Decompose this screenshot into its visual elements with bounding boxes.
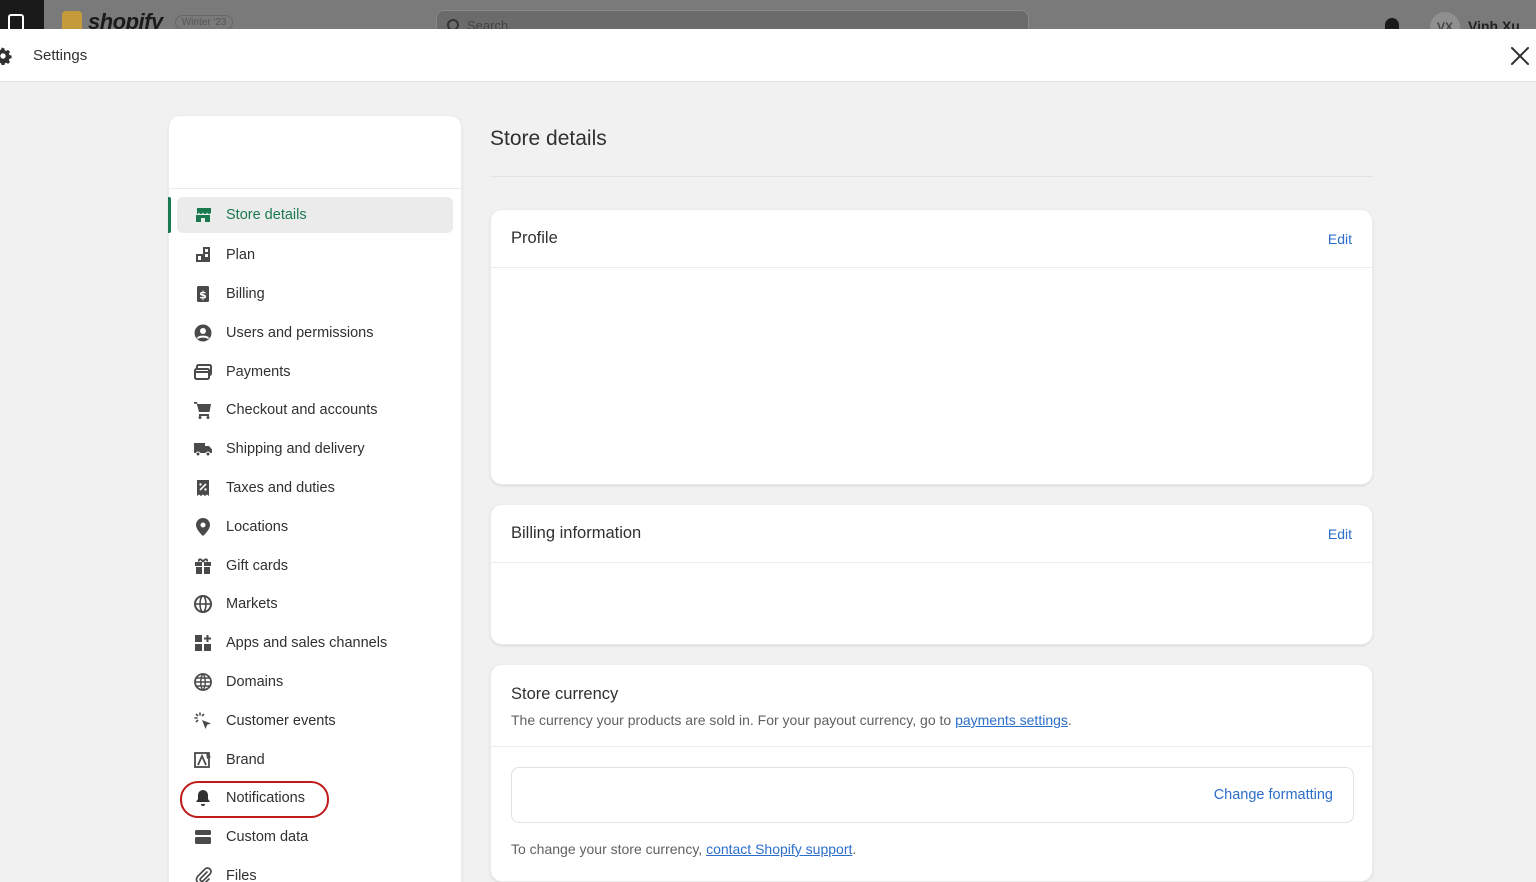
- brand: shopify Winter '23: [62, 9, 234, 29]
- currency-desc-text: The currency your products are sold in. …: [511, 712, 956, 728]
- profile-edit-button[interactable]: Edit: [1328, 231, 1352, 247]
- svg-text:$: $: [199, 288, 207, 301]
- currency-desc-suffix: .: [1067, 712, 1072, 728]
- location-pin-icon: [192, 516, 214, 538]
- bell-icon: [192, 787, 214, 809]
- settings-nav: Store details Plan $ Billing Users and p…: [168, 189, 461, 882]
- search-placeholder: Search: [467, 17, 509, 30]
- apps-icon: [192, 632, 214, 654]
- sidebar-item-plan[interactable]: Plan: [177, 236, 453, 275]
- top-bell-icon[interactable]: [1385, 18, 1399, 29]
- settings-header: Settings: [0, 29, 1536, 82]
- store-icon: [192, 204, 214, 226]
- billing-edit-button[interactable]: Edit: [1328, 526, 1352, 542]
- sidebar-item-store-details[interactable]: Store details: [168, 197, 453, 233]
- currency-description: The currency your products are sold in. …: [511, 712, 1352, 728]
- sidebar-item-shipping[interactable]: Shipping and delivery: [177, 430, 453, 469]
- sidebar-item-label: Shipping and delivery: [226, 441, 365, 458]
- brand-name: shopify: [88, 9, 163, 29]
- currency-foot-text: To change your store currency,: [511, 841, 707, 857]
- gear-icon: [0, 47, 12, 65]
- sidebar-item-locations[interactable]: Locations: [177, 507, 453, 546]
- close-icon[interactable]: [1508, 44, 1532, 68]
- sidebar-item-notifications[interactable]: Notifications: [177, 779, 453, 818]
- currency-card-top: Store currency The currency your product…: [491, 665, 1372, 747]
- cart-icon: [192, 399, 214, 421]
- store-logo-icon: [62, 11, 82, 29]
- sidebar-item-domains[interactable]: Domains: [177, 663, 453, 702]
- shopify-bag-icon: [8, 14, 24, 29]
- billing-title: Billing information: [511, 524, 642, 542]
- admin-top-bar: shopify Winter '23 Search VX Vinh Xu: [0, 0, 1536, 29]
- brand-icon: [192, 749, 214, 771]
- shopify-logo-box: [0, 0, 44, 29]
- search-icon: [447, 19, 459, 29]
- billing-card-header: Billing information Edit: [491, 505, 1372, 563]
- sidebar-store-header: [169, 116, 461, 189]
- avatar[interactable]: VX: [1430, 12, 1460, 29]
- cursor-click-icon: [192, 710, 214, 732]
- profile-card-header: Profile Edit: [491, 210, 1372, 268]
- sidebar-item-label: Customer events: [226, 712, 336, 729]
- sidebar-item-label: Markets: [226, 596, 278, 613]
- sidebar-item-label: Taxes and duties: [226, 479, 335, 496]
- search-input[interactable]: Search: [436, 10, 1029, 29]
- main-content: Store details Profile Edit Billing infor…: [490, 115, 1373, 882]
- sidebar-item-label: Gift cards: [226, 557, 289, 574]
- sidebar-item-label: Payments: [226, 363, 291, 380]
- paperclip-icon: [192, 865, 214, 882]
- sidebar-item-label: Notifications: [226, 790, 305, 807]
- currency-foot-suffix: .: [852, 841, 857, 857]
- sidebar-item-label: Apps and sales channels: [226, 635, 388, 652]
- sidebar-item-billing[interactable]: $ Billing: [177, 275, 453, 314]
- sidebar-item-files[interactable]: Files: [177, 857, 453, 882]
- user-name[interactable]: Vinh Xu: [1468, 18, 1520, 29]
- sidebar-item-brand[interactable]: Brand: [177, 740, 453, 779]
- sidebar-item-label: Domains: [226, 673, 284, 690]
- billing-icon: $: [192, 283, 214, 305]
- sidebar-item-label: Store details: [226, 207, 307, 223]
- profile-card: Profile Edit: [490, 209, 1373, 485]
- sidebar-item-customer-events[interactable]: Customer events: [177, 701, 453, 740]
- sidebar-item-taxes[interactable]: Taxes and duties: [177, 469, 453, 508]
- sidebar-item-label: Plan: [226, 247, 256, 264]
- currency-footer: To change your store currency, contact S…: [511, 841, 856, 857]
- payments-settings-link[interactable]: payments settings: [955, 712, 1068, 728]
- change-formatting-button[interactable]: Change formatting: [1214, 787, 1333, 803]
- settings-overlay: Settings Store details Plan $ Billing Us…: [0, 29, 1536, 882]
- gift-icon: [192, 555, 214, 577]
- user-icon: [192, 322, 214, 344]
- sidebar-item-users[interactable]: Users and permissions: [177, 313, 453, 352]
- tax-icon: [192, 477, 214, 499]
- currency-format-box: Change formatting: [511, 767, 1354, 823]
- payments-icon: [192, 361, 214, 383]
- sidebar-item-payments[interactable]: Payments: [177, 352, 453, 391]
- sidebar-item-checkout[interactable]: Checkout and accounts: [177, 391, 453, 430]
- plan-icon: [192, 244, 214, 266]
- settings-sidebar: Store details Plan $ Billing Users and p…: [168, 115, 462, 882]
- page-title: Store details: [490, 115, 1373, 177]
- sidebar-item-label: Checkout and accounts: [226, 402, 378, 419]
- domains-globe-icon: [192, 671, 214, 693]
- currency-title: Store currency: [511, 685, 619, 703]
- sidebar-item-label: Users and permissions: [226, 324, 374, 341]
- settings-title: Settings: [33, 47, 88, 64]
- sidebar-item-label: Locations: [226, 518, 289, 535]
- globe-icon: [192, 593, 214, 615]
- sidebar-item-apps[interactable]: Apps and sales channels: [177, 624, 453, 663]
- store-currency-card: Store currency The currency your product…: [490, 664, 1373, 882]
- sidebar-item-label: Files: [226, 867, 257, 882]
- sidebar-item-custom-data[interactable]: Custom data: [177, 818, 453, 857]
- sidebar-item-label: Billing: [226, 285, 265, 302]
- profile-title: Profile: [511, 229, 558, 247]
- contact-support-link[interactable]: contact Shopify support: [706, 841, 852, 857]
- sidebar-item-gift-cards[interactable]: Gift cards: [177, 546, 453, 585]
- sidebar-item-markets[interactable]: Markets: [177, 585, 453, 624]
- truck-icon: [192, 438, 214, 460]
- sidebar-item-label: Custom data: [226, 829, 309, 846]
- brand-tag: Winter '23: [174, 14, 234, 29]
- custom-data-icon: [192, 826, 214, 848]
- billing-card: Billing information Edit: [490, 504, 1373, 645]
- sidebar-item-label: Brand: [226, 751, 265, 768]
